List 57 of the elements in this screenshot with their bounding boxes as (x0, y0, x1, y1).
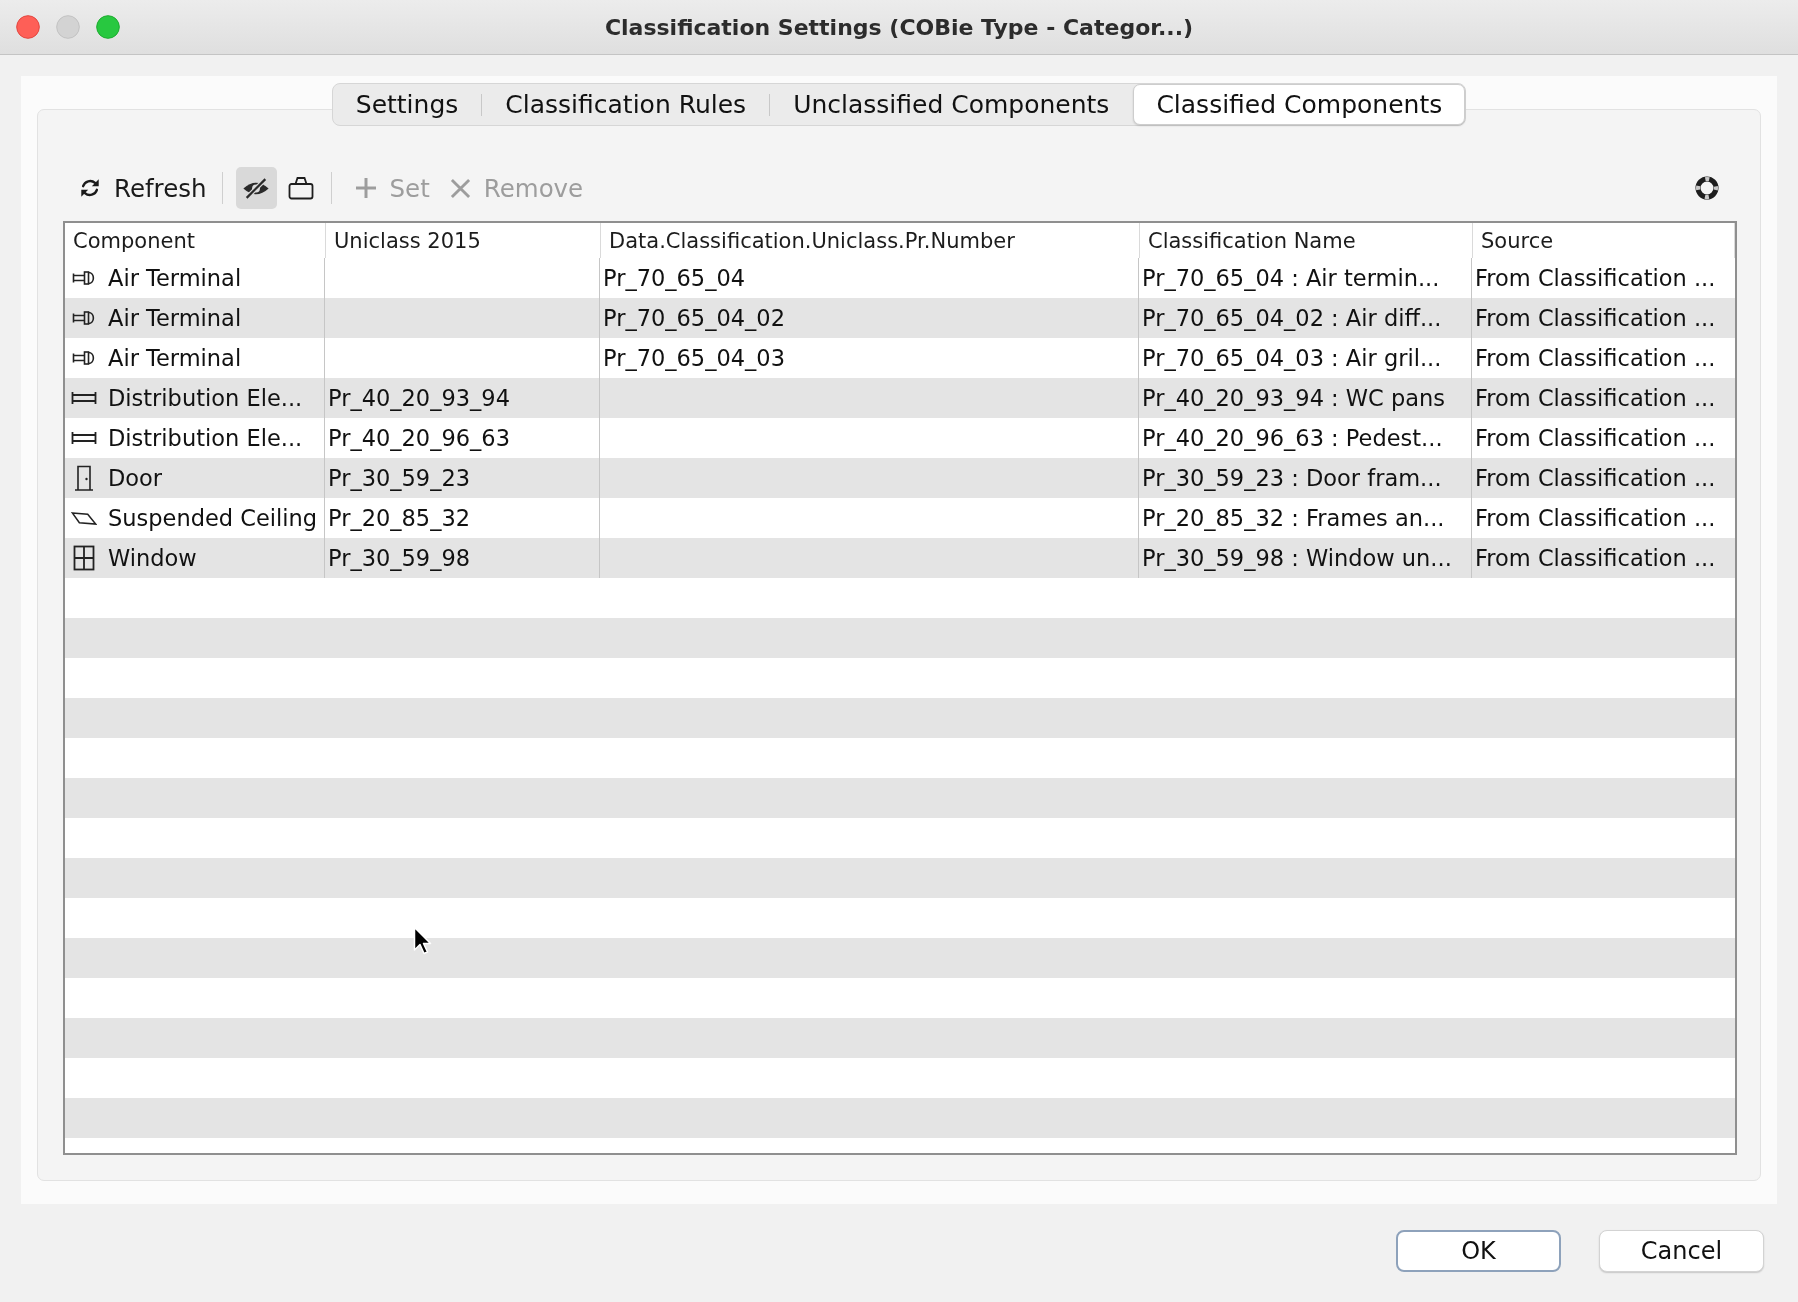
table-cell-text: From Classification ... (1474, 384, 1717, 413)
table-cell: Air Terminal (108, 305, 242, 331)
tab[interactable]: Unclassified Components (770, 84, 1133, 125)
plus-icon (354, 177, 377, 199)
table-cell: Suspended Ceiling (108, 505, 318, 531)
refresh-button[interactable]: Refresh (71, 167, 215, 209)
column-header[interactable]: Uniclass 2015 (325, 223, 600, 258)
table-cell: Pr_70_65_04_02 : Air diff... (1139, 298, 1472, 338)
table-cell: Pr_30_59_23 : Door fram... (1139, 458, 1472, 498)
table-cell: Distribution Ele... (108, 425, 303, 451)
column-header[interactable]: Source (1472, 223, 1735, 258)
table-row[interactable]: Door Pr_30_59_23 Pr_30_59_23 : Door fram... From Classification ... (65, 458, 1735, 498)
refresh-icon (79, 177, 101, 199)
column-header[interactable]: Classification Name (1139, 223, 1472, 258)
table-cell-text: From Classification ... (1474, 544, 1717, 573)
table-row[interactable]: Air Terminal Pr_70_65_04_02 Pr_70_65_04_02 : Air diff... From Classification ... (65, 298, 1735, 338)
ceiling-panel-icon (71, 510, 97, 526)
table-row[interactable]: Window Pr_30_59_98 Pr_30_59_98 : Window un... From Classification ... (65, 538, 1735, 578)
column-header[interactable]: Component (65, 223, 325, 258)
toggle-button[interactable] (235, 167, 277, 209)
bag-icon (288, 176, 315, 200)
beam-icon (71, 391, 97, 405)
window-title: Classification Settings (COBie Type - Categor...) (604, 14, 1194, 40)
x-icon (449, 177, 471, 199)
table-cell: Pr_40_20_93_94 (325, 378, 600, 418)
table-cell-text: From Classification ... (1474, 264, 1717, 293)
mouse-pointer-icon (413, 926, 432, 955)
air-terminal-icon (72, 310, 96, 326)
dialog-button[interactable]: Cancel (1599, 1230, 1764, 1272)
table-cell-text: From Classification ... (1474, 464, 1717, 493)
table-cell: Air Terminal (108, 345, 242, 371)
dialog-button[interactable]: OK (1396, 1230, 1561, 1272)
table-cell: Air Terminal (108, 265, 242, 291)
tab[interactable]: Classified Components (1133, 84, 1466, 125)
table-row[interactable]: Distribution Ele... Pr_40_20_93_94 Pr_40_20_93_94 : WC pans From Classification ... (65, 378, 1735, 418)
table-cell: Window (108, 545, 197, 571)
minimize-icon (56, 15, 80, 39)
table-cell: Pr_70_65_04_02 (600, 298, 1139, 338)
air-terminal-icon (72, 270, 96, 286)
table-cell-text: From Classification ... (1474, 344, 1717, 373)
table-cell-text: From Classification ... (1474, 304, 1717, 333)
table-cell-text: From Classification ... (1474, 504, 1717, 533)
beam-icon (71, 431, 97, 445)
table-cell-text: From Classification ... (1474, 424, 1717, 453)
eye-slash-icon (242, 177, 271, 199)
table-cell: Distribution Ele... (108, 385, 303, 411)
window-icon (73, 545, 95, 571)
tab[interactable]: Settings (332, 84, 482, 125)
lifebuoy-icon[interactable] (1695, 176, 1719, 200)
air-terminal-icon (72, 350, 96, 366)
door-icon (74, 465, 94, 491)
table-cell: Door (108, 465, 163, 491)
tab[interactable]: Classification Rules (482, 84, 770, 125)
table-cell: Pr_30_59_23 (325, 458, 600, 498)
close-icon[interactable] (16, 15, 40, 39)
column-header[interactable]: Data.Classification.Uniclass.Pr.Number (600, 223, 1139, 258)
table-cell: Pr_40_20_93_94 : WC pans (1139, 378, 1472, 418)
